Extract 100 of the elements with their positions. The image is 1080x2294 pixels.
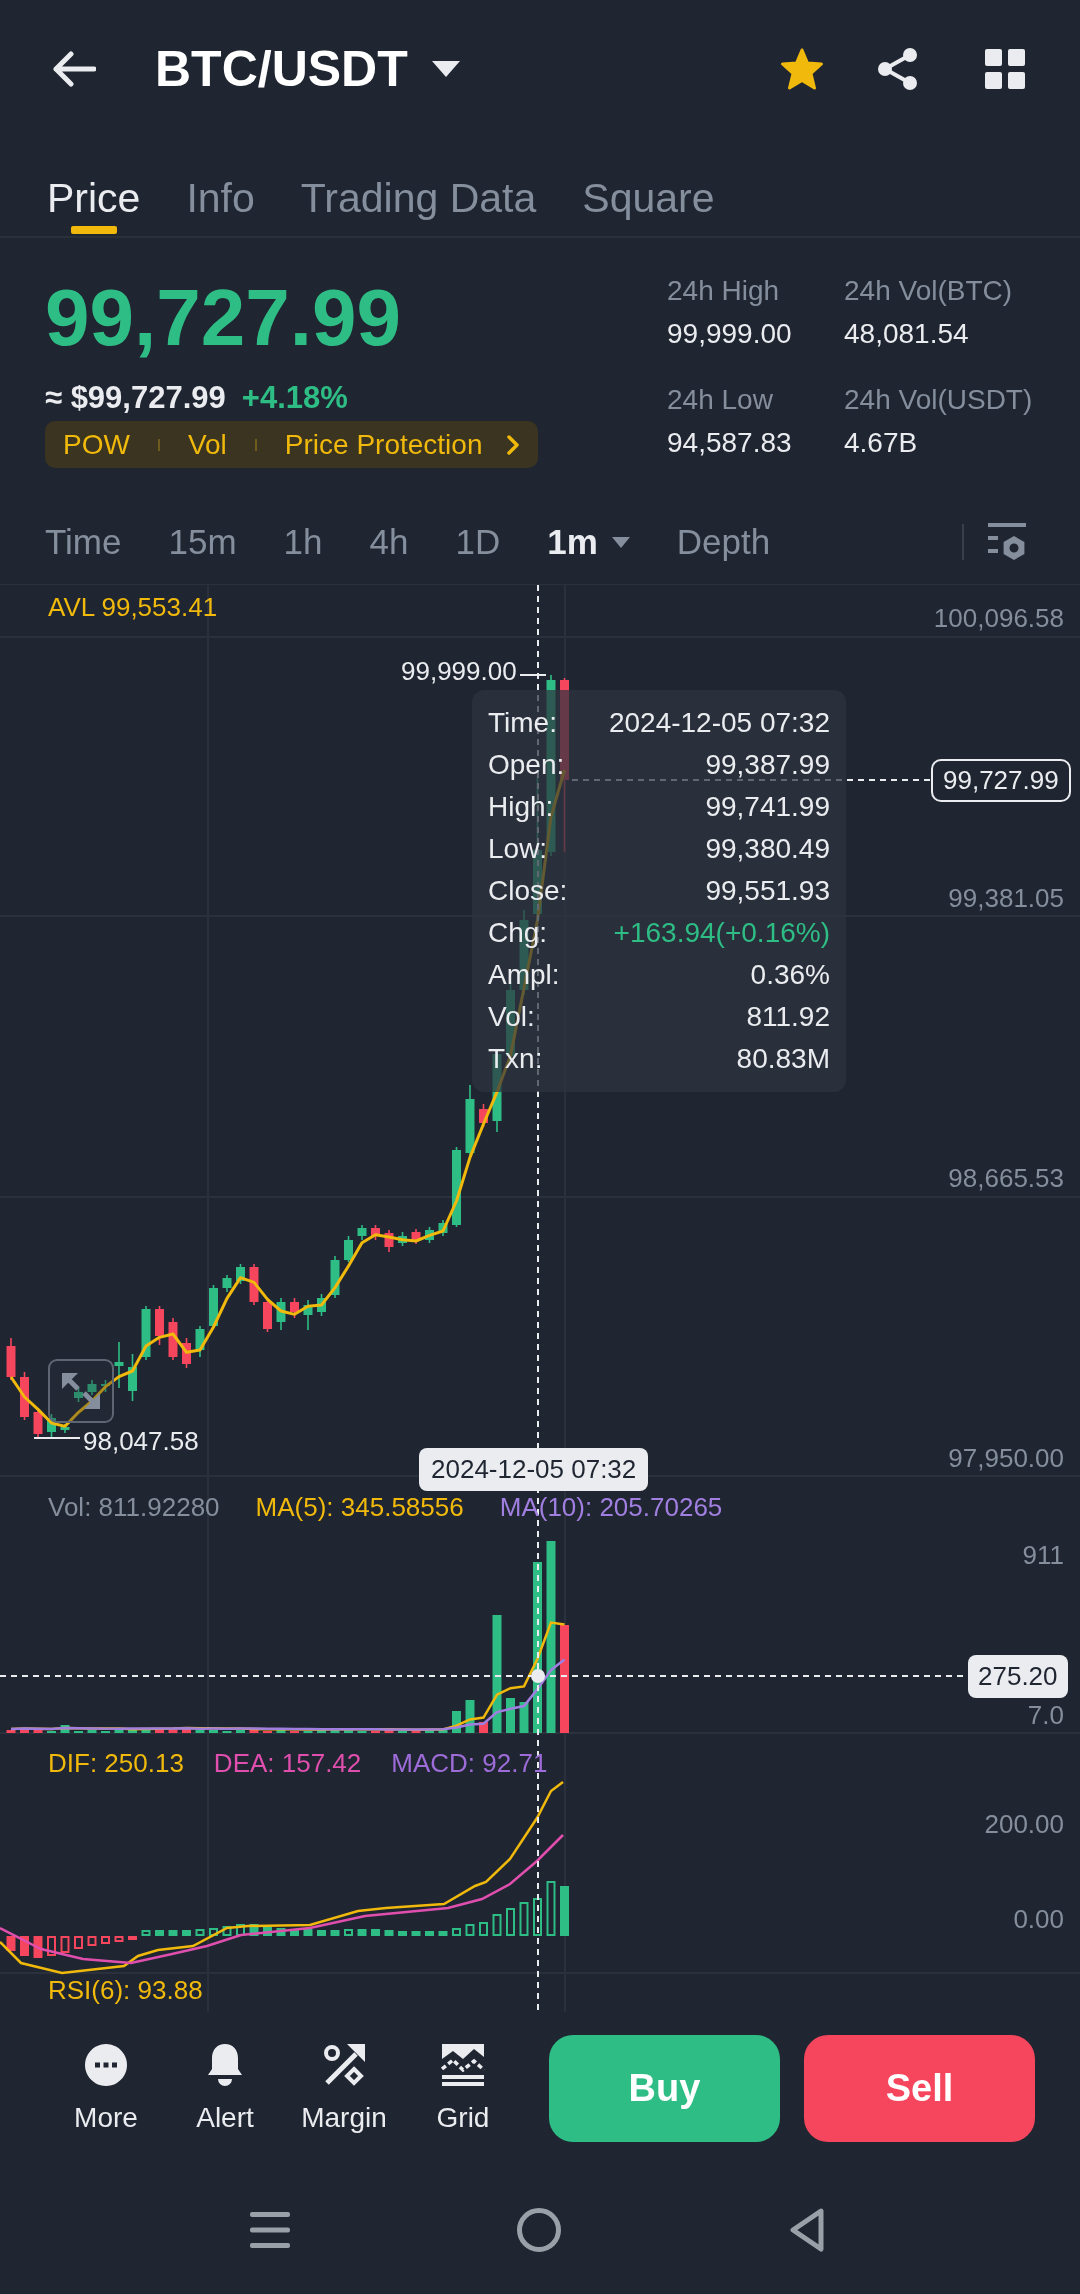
volume-bar <box>155 1729 164 1733</box>
more-button[interactable]: More <box>51 2042 161 2135</box>
last-price: 99,727.99 <box>45 273 401 363</box>
volume-bar <box>60 1725 70 1733</box>
interval-tab[interactable]: 1m <box>547 521 630 563</box>
volume-legend-label: MA(5): 345.58556 <box>255 1491 464 1523</box>
candlestick <box>47 1413 56 1438</box>
crosshair-dot-icon <box>531 1669 545 1683</box>
candlestick <box>317 1293 326 1317</box>
caret-down-icon <box>431 61 460 77</box>
stat-value: 94,587.83 <box>667 426 792 460</box>
macd-histogram-bar <box>546 1881 556 1936</box>
interval-tab[interactable]: Depth <box>676 521 771 563</box>
macd-histogram-bar <box>74 1936 83 1949</box>
alert-button[interactable]: Alert <box>170 2042 280 2135</box>
candlestick <box>74 1387 83 1403</box>
candlestick <box>87 1379 97 1396</box>
expand-icon[interactable] <box>48 1359 114 1423</box>
tab[interactable]: Trading Data <box>300 138 537 236</box>
volume-legend-label: MA(10): 205.70265 <box>499 1491 723 1523</box>
macd-histogram-bar <box>87 1936 97 1946</box>
interval-tab[interactable]: 1h <box>283 521 323 563</box>
volume-axis-label: 911 <box>1022 1539 1064 1571</box>
candlestick <box>384 1229 394 1253</box>
price-axis-label: 100,096.58 <box>933 602 1064 634</box>
tooltip-value: +163.94(+0.16%) <box>613 916 830 950</box>
macd-histogram-bar <box>290 1929 299 1936</box>
volume-bar <box>209 1730 218 1733</box>
margin-button[interactable]: Margin <box>289 2042 399 2135</box>
stat-label: 24h Low <box>667 383 773 417</box>
volume-bar <box>33 1730 43 1733</box>
volume-bar <box>6 1730 16 1733</box>
tag-label: Vol <box>187 427 227 462</box>
interval-tab[interactable]: Time <box>45 521 122 563</box>
macd-histogram-bar <box>425 1931 434 1936</box>
volume-bar <box>20 1729 29 1733</box>
crosshair-time-tag: 2024-12-05 07:32 <box>419 1448 649 1491</box>
candlestick <box>438 1219 448 1237</box>
macd-histogram-bar <box>209 1928 218 1936</box>
tooltip-value: 99,387.99 <box>705 748 830 782</box>
macd-histogram-bar <box>114 1936 124 1942</box>
tooltip-value: 811.92 <box>746 1000 830 1034</box>
interval-tab[interactable]: 4h <box>369 521 409 563</box>
back-arrow-icon[interactable] <box>52 51 96 87</box>
tooltip-label: High: <box>488 790 554 824</box>
macd-histogram-bar <box>519 1902 529 1936</box>
tooltip-label: Low: <box>488 832 548 866</box>
candlestick <box>114 1341 124 1389</box>
volume-bar <box>330 1729 340 1733</box>
volume-bar <box>519 1702 529 1733</box>
volume-bar <box>249 1729 259 1733</box>
tooltip-label: Vol: <box>488 1000 535 1034</box>
macd-axis-label: 200.00 <box>984 1808 1064 1840</box>
interval-tab[interactable]: 1D <box>455 521 501 563</box>
volume-bar <box>452 1711 461 1733</box>
leader-line <box>519 674 547 676</box>
macd-legend-label: MACD: 92.71 <box>391 1747 548 1779</box>
back-icon[interactable] <box>789 2207 825 2252</box>
tag-bar[interactable]: POW Vol Price Protection <box>45 421 539 468</box>
macd-histogram-bar <box>411 1931 421 1936</box>
candlestick <box>357 1224 367 1241</box>
candlestick <box>249 1263 259 1306</box>
volume-bar <box>195 1730 205 1733</box>
volume-bar <box>425 1730 434 1733</box>
average-price-label: AVL 99,553.41 <box>48 591 218 623</box>
tab[interactable]: Price <box>47 138 141 236</box>
interval-tab[interactable]: 15m <box>168 521 237 563</box>
grid-chart-icon <box>441 2042 485 2087</box>
tag-label: POW <box>63 427 130 462</box>
candlestick <box>60 1423 70 1434</box>
price-axis-label: 97,950.00 <box>948 1442 1064 1474</box>
price-change: +4.18% <box>241 380 348 416</box>
volume-bar <box>317 1730 326 1733</box>
macd-histogram-bar <box>317 1930 326 1936</box>
tooltip-value: 0.36% <box>750 958 830 992</box>
volume-bar <box>141 1730 151 1733</box>
candlestick <box>371 1224 380 1241</box>
squares-grid-icon[interactable] <box>985 49 1025 89</box>
macd-legend-label: DEA: 157.42 <box>213 1747 362 1779</box>
tooltip-label: Time: <box>488 706 557 740</box>
buy-button[interactable]: Buy <box>549 2035 780 2142</box>
tab[interactable]: Square <box>582 138 715 236</box>
home-icon[interactable] <box>517 2207 561 2252</box>
candlestick <box>276 1297 286 1331</box>
share-icon[interactable] <box>877 47 919 91</box>
volume-bar <box>128 1729 137 1733</box>
macd-histogram-bar <box>101 1936 110 1944</box>
macd-histogram-bar <box>465 1924 475 1936</box>
tab[interactable]: Info <box>186 138 255 236</box>
tooltip-label: Chg: <box>488 916 548 950</box>
star-icon[interactable] <box>780 48 824 90</box>
macd-histogram-bar <box>357 1929 367 1936</box>
settings-icon[interactable] <box>988 523 1026 561</box>
menu-icon[interactable] <box>250 2211 290 2248</box>
sell-button[interactable]: Sell <box>804 2035 1035 2142</box>
tooltip-value: 99,380.49 <box>705 832 830 866</box>
candlestick <box>303 1299 313 1331</box>
grid-button[interactable]: Grid <box>408 2042 518 2135</box>
pair-selector[interactable]: BTC/USDT <box>155 39 460 99</box>
candlestick <box>141 1305 151 1361</box>
